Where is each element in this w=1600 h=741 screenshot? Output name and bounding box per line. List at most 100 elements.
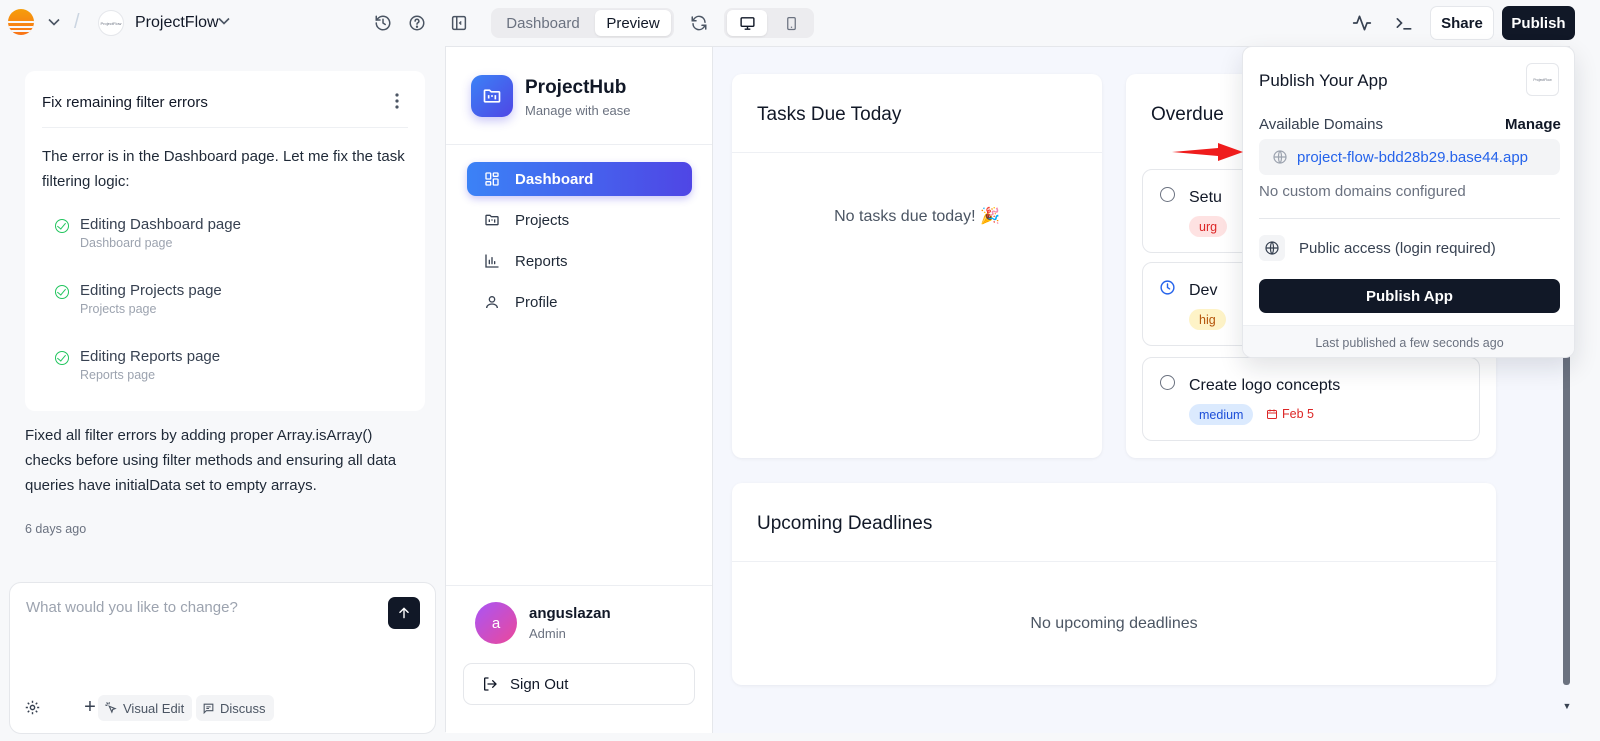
add-attachment-icon[interactable]: + xyxy=(80,696,100,718)
refresh-icon[interactable] xyxy=(688,12,710,34)
visual-edit-button[interactable]: Visual Edit xyxy=(98,695,193,721)
divider xyxy=(446,585,712,586)
project-name[interactable]: ProjectFlow xyxy=(135,14,219,32)
discuss-label: Discuss xyxy=(220,700,266,716)
publish-app-button[interactable]: Publish App xyxy=(1259,279,1560,313)
domains-label: Available Domains xyxy=(1259,116,1383,133)
task-title: Editing Projects page xyxy=(80,282,222,299)
mobile-icon[interactable] xyxy=(771,10,811,36)
publish-popover: Publish Your App ProjectFlow Available D… xyxy=(1242,46,1575,358)
user-icon xyxy=(483,293,501,311)
sidebar-item-reports[interactable]: Reports xyxy=(467,244,692,278)
panel-toggle-icon[interactable] xyxy=(448,12,470,34)
message-square-icon xyxy=(203,703,214,714)
empty-state: No upcoming deadlines xyxy=(1030,615,1198,632)
help-icon[interactable] xyxy=(406,12,428,34)
sign-out-label: Sign Out xyxy=(510,675,569,693)
more-options-icon[interactable] xyxy=(387,89,407,113)
check-circle-icon xyxy=(55,285,69,299)
sign-out-button[interactable]: Sign Out xyxy=(463,663,695,705)
app-sidebar: ProjectHub Manage with ease Dashboard Pr… xyxy=(446,47,713,733)
tab-preview[interactable]: Preview xyxy=(595,10,671,36)
task-subtitle: Projects page xyxy=(80,302,157,316)
globe-icon xyxy=(1259,235,1285,261)
project-menu-chevron-icon[interactable] xyxy=(218,14,230,28)
manage-domains-link[interactable]: Manage xyxy=(1505,116,1561,133)
discuss-button[interactable]: Discuss xyxy=(196,695,274,721)
brand-name: ProjectHub xyxy=(525,77,627,98)
dashboard-icon xyxy=(483,170,501,188)
sidebar-item-dashboard[interactable]: Dashboard xyxy=(467,162,692,196)
message-timestamp: 6 days ago xyxy=(25,522,87,536)
task-subtitle: Reports page xyxy=(80,368,156,382)
popover-title: Publish Your App xyxy=(1259,71,1388,90)
app-thumbnail: ProjectFlow xyxy=(1526,63,1559,96)
settings-gear-icon[interactable] xyxy=(22,697,42,717)
terminal-icon[interactable] xyxy=(1393,12,1415,34)
top-bar: / ProjectFlow ProjectFlow Dashboard Prev… xyxy=(0,0,1600,46)
divider xyxy=(42,127,408,128)
activity-icon[interactable] xyxy=(1351,12,1373,34)
tasks-due-today-card: Tasks Due Today No tasks due today! 🎉 xyxy=(732,74,1102,458)
brand-tagline: Manage with ease xyxy=(525,103,631,118)
divider xyxy=(732,152,1102,153)
chat-input[interactable] xyxy=(26,599,366,649)
sidebar-item-label: Profile xyxy=(515,293,558,311)
tab-dashboard[interactable]: Dashboard xyxy=(494,10,592,36)
user-name: anguslazan xyxy=(529,605,611,622)
sidebar-item-profile[interactable]: Profile xyxy=(467,285,692,319)
sidebar-item-label: Dashboard xyxy=(515,170,594,188)
desktop-icon[interactable] xyxy=(727,10,767,36)
check-circle-icon xyxy=(55,219,69,233)
publish-button[interactable]: Publish xyxy=(1502,6,1575,40)
divider xyxy=(1259,218,1560,219)
folder-icon xyxy=(483,211,501,229)
domain-text: project-flow-bdd28b29.base44.app xyxy=(1297,148,1528,166)
last-published-text: Last published a few seconds ago xyxy=(1243,325,1574,357)
app-logo-icon[interactable] xyxy=(8,9,34,35)
upcoming-deadlines-card: Upcoming Deadlines No upcoming deadlines xyxy=(732,483,1496,685)
task-name: Setu xyxy=(1189,189,1222,206)
assistant-message: The error is in the Dashboard page. Let … xyxy=(42,148,405,190)
globe-icon xyxy=(1272,149,1288,165)
device-toggle xyxy=(724,8,814,38)
share-button[interactable]: Share xyxy=(1430,6,1494,40)
priority-badge: hig xyxy=(1189,309,1226,330)
calendar-icon xyxy=(1267,409,1277,419)
assistant-summary: Fixed all filter errors by adding proper… xyxy=(25,427,397,494)
chat-panel: Fix remaining filter errors The error is… xyxy=(0,46,445,741)
bar-chart-icon xyxy=(483,252,501,270)
clock-icon[interactable] xyxy=(1159,279,1176,296)
task-status-circle-icon[interactable] xyxy=(1160,375,1175,390)
project-logo: ProjectFlow xyxy=(98,10,124,36)
scrollbar-thumb[interactable] xyxy=(1563,345,1570,685)
task-name: Create logo concepts xyxy=(1189,377,1341,394)
sidebar-item-label: Reports xyxy=(515,252,568,270)
due-date: Feb 5 xyxy=(1266,407,1314,421)
sidebar-item-projects[interactable]: Projects xyxy=(467,203,692,237)
annotation-arrow-icon xyxy=(1172,143,1243,161)
scroll-down-arrow-icon[interactable]: ▼ xyxy=(1560,700,1574,712)
no-custom-domains-text: No custom domains configured xyxy=(1259,183,1466,200)
access-setting[interactable]: Public access (login required) xyxy=(1299,240,1496,257)
task-status-circle-icon[interactable] xyxy=(1160,187,1175,202)
task-item[interactable]: Create logo concepts medium Feb 5 xyxy=(1142,357,1480,441)
send-button[interactable] xyxy=(388,597,420,629)
cursor-click-icon xyxy=(105,702,117,714)
priority-badge: medium xyxy=(1189,404,1254,425)
task-subtitle: Dashboard page xyxy=(80,236,173,250)
domain-link[interactable]: project-flow-bdd28b29.base44.app xyxy=(1259,139,1560,175)
divider xyxy=(446,144,712,145)
divider xyxy=(732,561,1496,562)
workspace-menu-chevron-icon[interactable] xyxy=(46,13,62,31)
avatar: a xyxy=(475,602,517,644)
folder-kanban-icon xyxy=(471,75,513,117)
view-toggle: Dashboard Preview xyxy=(491,8,674,38)
history-icon[interactable] xyxy=(372,12,394,34)
task-name: Dev xyxy=(1189,282,1218,299)
priority-badge: urg xyxy=(1189,216,1228,237)
chat-task-card: Fix remaining filter errors The error is… xyxy=(25,71,425,411)
card-title: Overdue xyxy=(1151,104,1224,125)
chat-card-title: Fix remaining filter errors xyxy=(42,94,208,111)
log-out-icon xyxy=(482,676,498,692)
